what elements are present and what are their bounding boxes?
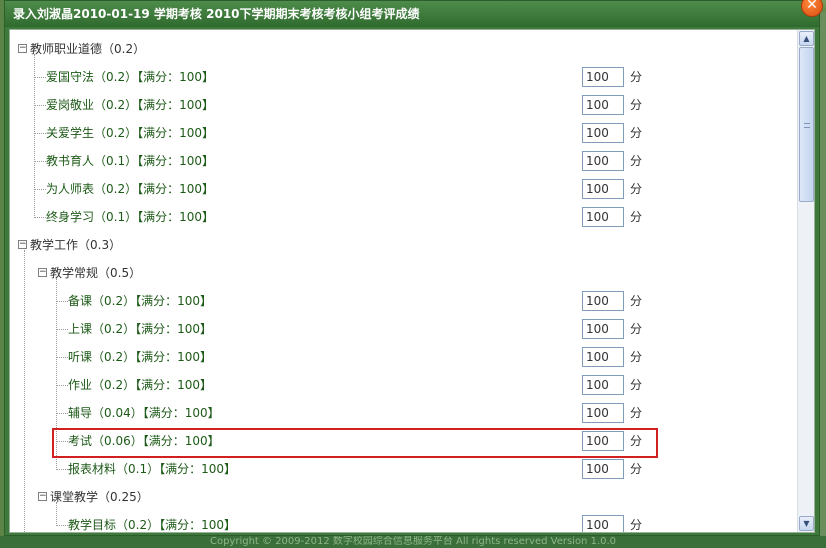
- score-item-label: 为人师表（0.2）【满分：100】: [46, 182, 214, 196]
- collapse-toggle-icon[interactable]: −: [38, 492, 47, 501]
- score-unit-label: 分: [630, 294, 643, 308]
- score-input[interactable]: [582, 67, 624, 87]
- score-item-label: 辅导（0.04）【满分：100】: [68, 406, 220, 420]
- tree-connector: [24, 250, 25, 532]
- tree-connector: [56, 301, 68, 302]
- score-input[interactable]: [582, 347, 624, 367]
- score-unit-label: 分: [630, 378, 643, 392]
- score-input[interactable]: [582, 151, 624, 171]
- score-item-label: 备课（0.2）【满分：100】: [68, 294, 212, 308]
- score-unit-label: 分: [630, 70, 643, 84]
- score-item-label: 爱国守法（0.2）【满分：100】: [46, 70, 214, 84]
- tree-group-label[interactable]: 教师职业道德（0.2）: [30, 41, 145, 57]
- score-input[interactable]: [582, 123, 624, 143]
- collapse-toggle-icon[interactable]: −: [18, 44, 27, 53]
- score-item-label: 爱岗敬业（0.2）【满分：100】: [46, 98, 214, 112]
- tree-subgroup-label[interactable]: 教学常规（0.5）: [50, 265, 141, 281]
- tree-connector: [34, 189, 46, 190]
- score-item-label: 教学目标（0.2）【满分：100】: [68, 518, 236, 532]
- score-unit-label: 分: [630, 154, 643, 168]
- score-item-label: 报表材料（0.1）【满分：100】: [68, 462, 236, 476]
- score-unit-label: 分: [630, 406, 643, 420]
- tree-connector: [34, 54, 35, 218]
- score-unit-label: 分: [630, 210, 643, 224]
- page-footer: Copyright © 2009-2012 数字校园综合信息服务平台 All r…: [0, 536, 826, 548]
- score-item-label: 上课（0.2）【满分：100】: [68, 322, 212, 336]
- score-input[interactable]: [582, 403, 624, 423]
- scroll-thumb[interactable]: [799, 47, 814, 202]
- score-unit-label: 分: [630, 462, 643, 476]
- score-unit-label: 分: [630, 350, 643, 364]
- score-unit-label: 分: [630, 322, 643, 336]
- tree-connector: [34, 77, 46, 78]
- score-input[interactable]: [582, 291, 624, 311]
- tree-connector: [56, 525, 68, 526]
- tree-group-label[interactable]: 教学工作（0.3）: [30, 237, 121, 253]
- score-unit-label: 分: [630, 518, 643, 532]
- dialog-title: 录入刘淑晶2010-01-19 学期考核 2010下学期期末考核考核小组考评成绩: [5, 1, 819, 27]
- scroll-down-icon[interactable]: ▼: [799, 516, 814, 531]
- score-input[interactable]: [582, 375, 624, 395]
- dialog-content: −教师职业道德（0.2）爱国守法（0.2）【满分：100】分爱岗敬业（0.2）【…: [9, 29, 815, 533]
- score-input[interactable]: [582, 179, 624, 199]
- score-item-label: 听课（0.2）【满分：100】: [68, 350, 212, 364]
- score-unit-label: 分: [630, 98, 643, 112]
- score-item-label: 作业（0.2）【满分：100】: [68, 378, 212, 392]
- score-input[interactable]: [582, 459, 624, 479]
- tree-connector: [34, 105, 46, 106]
- score-item-label: 终身学习（0.1）【满分：100】: [46, 210, 214, 224]
- score-entry-dialog: 录入刘淑晶2010-01-19 学期考核 2010下学期期末考核考核小组考评成绩…: [4, 0, 823, 536]
- tree-connector: [56, 413, 68, 414]
- selected-row-highlight: [52, 428, 658, 458]
- score-item-label: 教书育人（0.1）【满分：100】: [46, 154, 214, 168]
- close-icon[interactable]: ✕: [801, 0, 823, 17]
- score-input[interactable]: [582, 95, 624, 115]
- tree-subgroup-label[interactable]: 课堂教学（0.25）: [50, 489, 149, 505]
- tree-connector: [34, 217, 46, 218]
- tree-connector: [56, 385, 68, 386]
- scroll-up-icon[interactable]: ▲: [799, 31, 814, 46]
- vertical-scrollbar[interactable]: ▲ ▼: [797, 30, 814, 532]
- tree-connector: [56, 357, 68, 358]
- score-input[interactable]: [582, 515, 624, 532]
- tree-connector: [56, 329, 68, 330]
- tree-connector: [56, 469, 68, 470]
- score-unit-label: 分: [630, 126, 643, 140]
- score-input[interactable]: [582, 319, 624, 339]
- score-unit-label: 分: [630, 182, 643, 196]
- score-item-label: 关爱学生（0.2）【满分：100】: [46, 126, 214, 140]
- collapse-toggle-icon[interactable]: −: [18, 240, 27, 249]
- tree-connector: [34, 161, 46, 162]
- tree-connector: [56, 502, 57, 526]
- collapse-toggle-icon[interactable]: −: [38, 268, 47, 277]
- score-input[interactable]: [582, 207, 624, 227]
- tree-connector: [34, 133, 46, 134]
